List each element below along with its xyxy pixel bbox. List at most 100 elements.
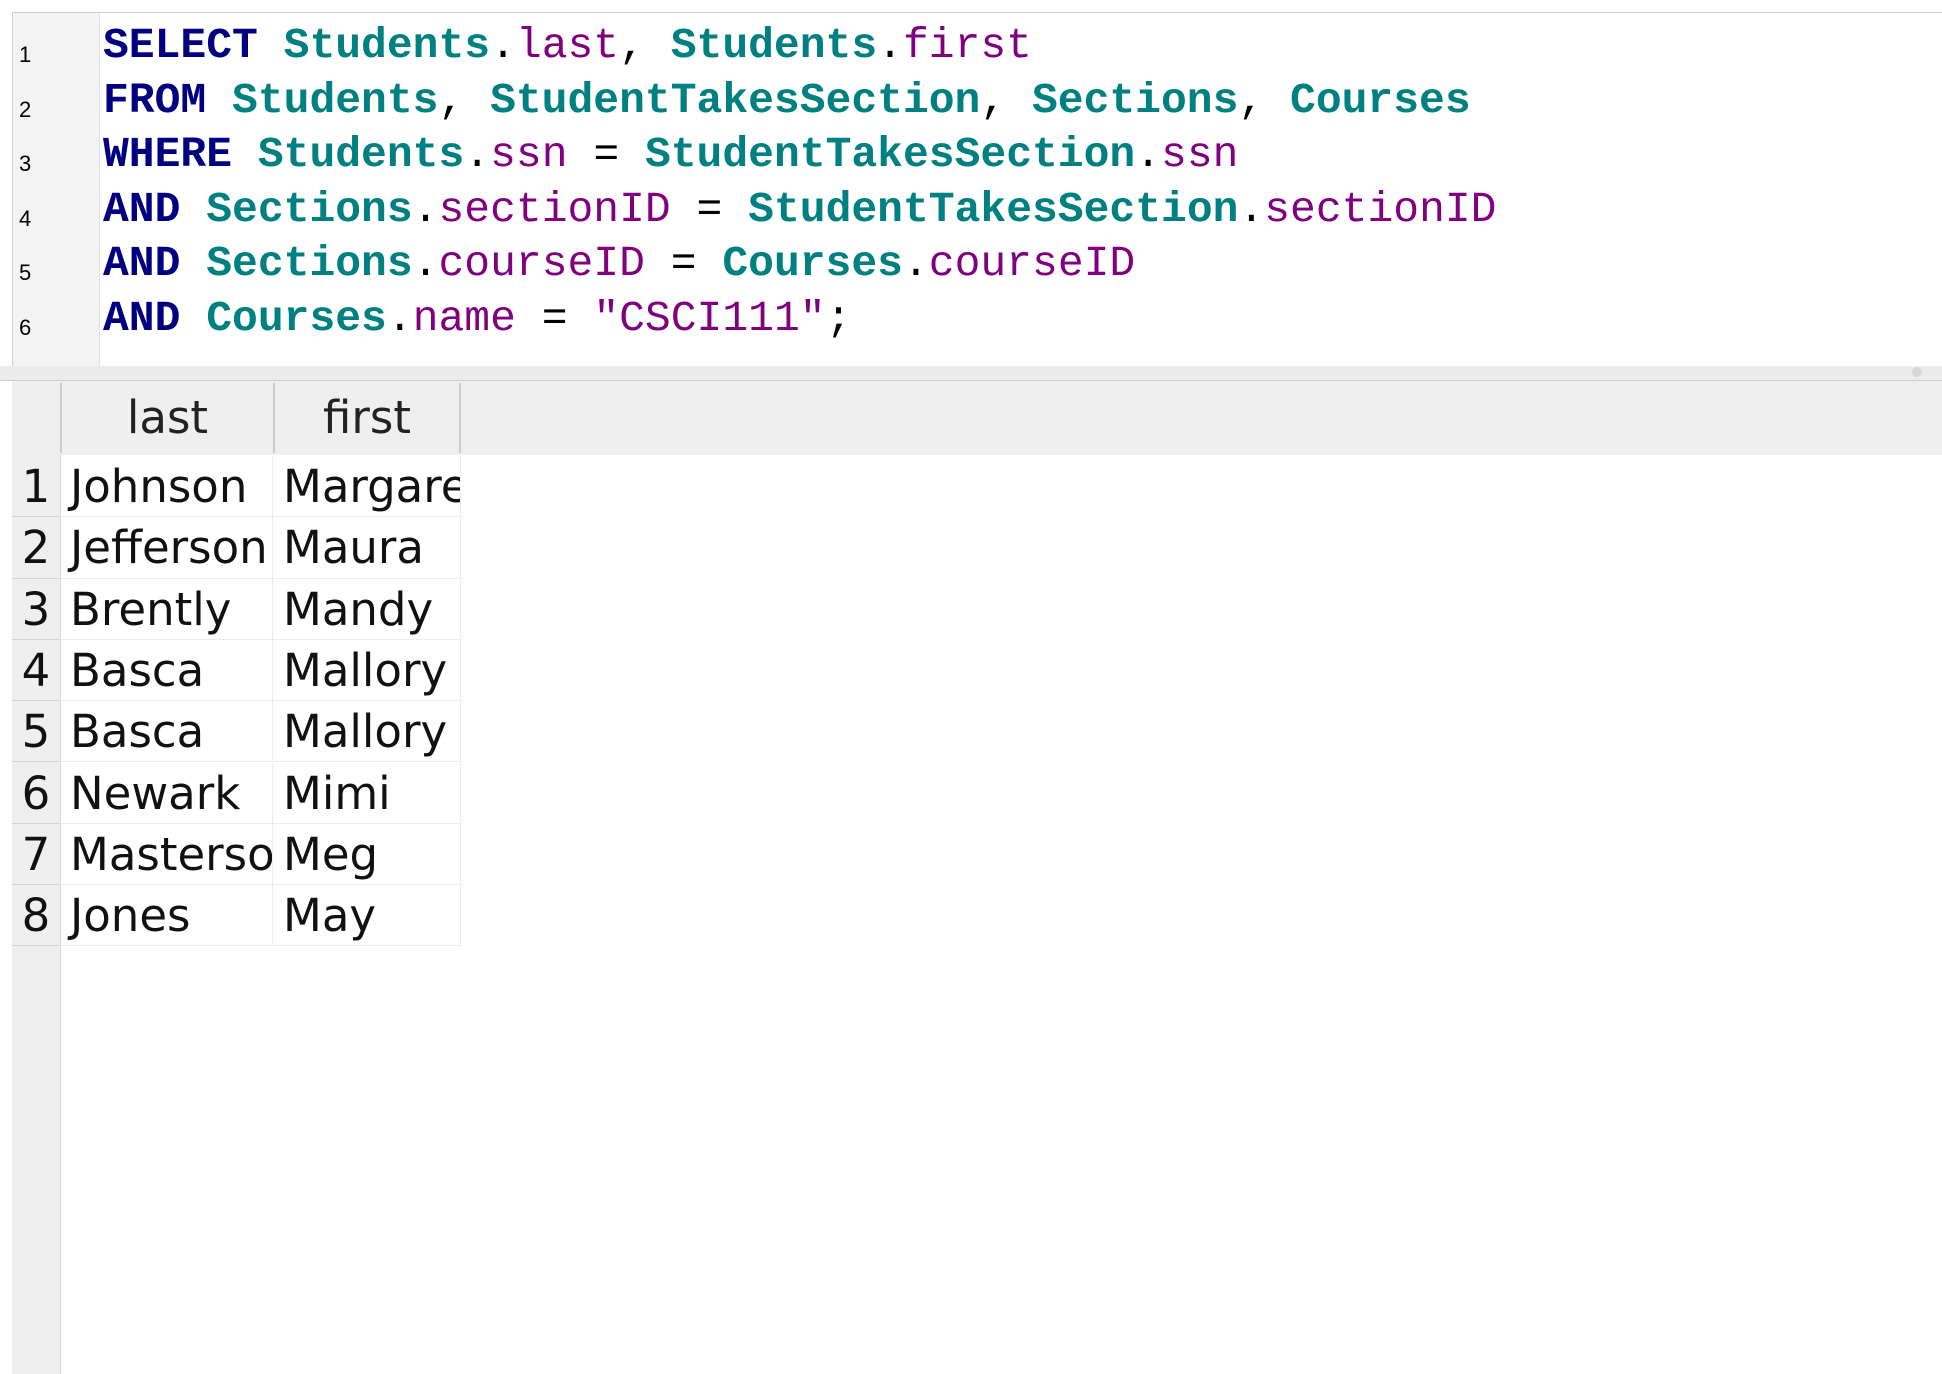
cell-first[interactable]: Mandy <box>273 578 461 640</box>
code-token-pun: , <box>438 75 491 125</box>
code-line: AND Sections.courseID = Courses.courseID <box>103 237 1135 291</box>
column-header-last[interactable]: last <box>60 383 273 453</box>
code-token-pun: = <box>644 239 723 288</box>
code-token-pun <box>206 76 232 125</box>
code-token-pun <box>232 130 258 179</box>
table-row[interactable]: 4 Basca Mallory <box>12 639 557 702</box>
table-row[interactable]: 8 Jones May <box>12 885 557 947</box>
code-token-tbl: Courses <box>722 239 903 288</box>
cell-first[interactable]: Margaret <box>273 456 461 518</box>
code-token-pun: = <box>670 184 749 234</box>
code-token-col: name <box>412 293 516 343</box>
cell-last[interactable]: Johnson <box>60 456 273 518</box>
code-token-pun: . <box>877 21 903 70</box>
code-token-tbl: StudentTakesSection <box>748 184 1239 234</box>
code-token-tbl: StudentTakesSection <box>644 130 1136 179</box>
code-token-tbl: Students <box>283 21 491 70</box>
code-line: AND Courses.name = "CSCI111"; <box>103 292 851 346</box>
line-number: 1 <box>19 42 32 67</box>
code-token-tbl: Sections <box>206 239 413 288</box>
grid-header: last first <box>12 381 1942 455</box>
code-token-pun: . <box>1238 184 1265 234</box>
code-token-pun: . <box>412 184 439 234</box>
cell-last[interactable]: Masterson <box>60 823 273 886</box>
cell-last[interactable]: Brently <box>60 578 273 640</box>
code-token-pun: . <box>902 239 929 288</box>
code-token-tbl: Students <box>670 21 878 70</box>
row-number: 6 <box>12 763 60 824</box>
code-token-col: ssn <box>1161 130 1239 179</box>
results-grid[interactable]: last first 1JohnsonMargaret2JeffersonMau… <box>12 381 1942 1374</box>
cell-last[interactable]: Basca <box>60 701 273 763</box>
code-token-pun <box>180 185 206 234</box>
cell-first[interactable]: May <box>273 885 461 947</box>
code-token-col: last <box>515 21 620 70</box>
row-number: 5 <box>12 701 60 763</box>
row-number: 2 <box>12 517 60 579</box>
code-token-kw: WHERE <box>103 130 233 179</box>
code-token-pun: , <box>619 21 671 70</box>
cell-last[interactable]: Newark <box>60 762 273 824</box>
line-number-gutter: 1 2 3 4 5 6 <box>13 13 100 366</box>
code-token-pun: , <box>980 75 1032 125</box>
code-token-kw: SELECT <box>103 21 258 70</box>
code-token-pun: , <box>1238 75 1291 125</box>
code-line: WHERE Students.ssn = StudentTakesSection… <box>103 128 1238 182</box>
table-row[interactable]: 5 Basca Mallory <box>12 701 557 763</box>
code-line: FROM Students, StudentTakesSection, Sect… <box>103 74 1471 128</box>
code-line: AND Sections.sectionID = StudentTakesSec… <box>103 183 1497 237</box>
table-row[interactable]: 2 Jefferson Maura <box>12 517 557 579</box>
code-token-kw: AND <box>103 184 181 234</box>
cell-first[interactable]: Maura <box>273 517 461 579</box>
line-number: 2 <box>19 96 32 122</box>
code-token-pun: . <box>490 21 516 70</box>
code-token-tbl: Sections <box>206 184 413 234</box>
pane-splitter[interactable] <box>0 366 1942 381</box>
sql-editor[interactable]: 123456 SELECT Students.last, Students.fi… <box>12 12 1942 367</box>
code-token-tbl: Sections <box>1031 75 1239 125</box>
row-number: 1 <box>12 456 60 518</box>
code-token-pun <box>180 239 206 288</box>
table-row[interactable]: 3 Brently Mandy <box>12 578 557 640</box>
code-line: SELECT Students.last, Students.first <box>103 19 1032 73</box>
line-number: 5 <box>19 260 32 285</box>
column-header-first[interactable]: first <box>273 383 461 453</box>
code-token-tbl: Courses <box>1290 75 1471 125</box>
row-number: 3 <box>12 579 60 640</box>
code-token-pun: = <box>515 293 594 343</box>
code-token-pun: . <box>1135 130 1162 179</box>
code-token-tbl: Students <box>232 75 439 125</box>
code-token-kw: FROM <box>103 75 207 125</box>
cell-last[interactable]: Jefferson <box>60 517 273 579</box>
row-number: 4 <box>12 640 60 702</box>
table-row[interactable]: 6 Newark Mimi <box>12 762 557 824</box>
cell-last[interactable]: Basca <box>60 639 273 702</box>
line-number: 3 <box>19 151 32 176</box>
code-token-col: courseID <box>928 239 1136 288</box>
line-number: 6 <box>19 314 32 340</box>
code-token-pun <box>180 294 206 343</box>
code-token-tbl: StudentTakesSection <box>490 75 981 125</box>
code-token-col: ssn <box>490 130 568 179</box>
cell-first[interactable]: Mallory <box>273 639 461 702</box>
code-token-col: courseID <box>438 239 645 288</box>
code-token-pun <box>258 21 284 70</box>
code-token-tbl: Students <box>257 130 465 179</box>
code-token-col: first <box>902 21 1032 70</box>
code-token-tbl: Courses <box>206 293 387 343</box>
code-token-pun: . <box>412 239 439 288</box>
line-number: 4 <box>19 205 32 231</box>
cell-first[interactable]: Mimi <box>273 762 461 824</box>
cell-last[interactable]: Jones <box>60 885 273 947</box>
table-row[interactable]: 1JohnsonMargaret <box>12 456 557 518</box>
code-token-kw: AND <box>103 293 181 343</box>
code-token-kw: AND <box>103 239 181 288</box>
code-token-pun: = <box>567 130 645 179</box>
code-token-str: "CSCI111" <box>593 293 826 343</box>
cell-first[interactable]: Mallory <box>273 701 461 763</box>
row-number: 8 <box>12 885 60 947</box>
splitter-grip-icon[interactable] <box>1912 367 1922 377</box>
table-row[interactable]: 7MastersonMeg <box>12 823 557 886</box>
cell-first[interactable]: Meg <box>273 823 461 886</box>
row-number: 7 <box>12 824 60 886</box>
